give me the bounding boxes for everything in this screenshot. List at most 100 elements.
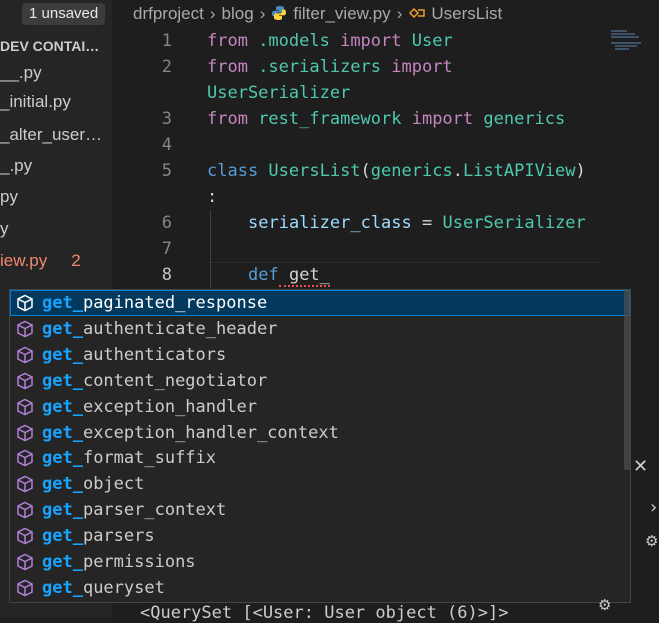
explorer-file-item[interactable]: _initial.py: [0, 89, 71, 115]
breadcrumb-folder[interactable]: blog: [222, 4, 254, 23]
explorer-file-item[interactable]: iew.py 2: [0, 248, 81, 274]
suggestion-item[interactable]: get_content_negotiator: [10, 368, 630, 394]
method-cube-icon: [16, 501, 34, 519]
suggestion-match-prefix: get_: [42, 500, 83, 521]
method-cube-icon: [16, 424, 34, 442]
explorer-file-label: py: [0, 187, 18, 206]
method-cube-icon: [16, 579, 34, 597]
explorer-file-item[interactable]: __.py: [0, 60, 42, 86]
debug-icon[interactable]: ⚙: [645, 532, 658, 550]
method-cube-icon: [16, 527, 34, 545]
code-line-2: from .serializers import: [207, 57, 453, 77]
suggestion-match-prefix: get_: [42, 318, 83, 339]
suggestion-rest: exception_handler_context: [82, 422, 339, 443]
breadcrumb: drfproject › blog › filter_view.py › UsersList: [133, 2, 502, 26]
line-number: 2: [161, 57, 172, 77]
explorer-file-label: _alter_user…: [0, 125, 103, 144]
suggestion-item[interactable]: get_format_suffix: [10, 445, 630, 471]
explorer-file-item[interactable]: py: [0, 184, 18, 210]
method-cube-icon: [16, 320, 34, 338]
suggestion-rest: queryset: [82, 577, 165, 598]
breadcrumb-file-label: filter_view.py: [293, 4, 391, 23]
suggestion-item[interactable]: get_object: [10, 471, 630, 497]
minimap[interactable]: [607, 28, 659, 88]
suggestion-label: get_permissions: [42, 549, 196, 575]
close-icon[interactable]: ✕: [633, 456, 648, 477]
code-line-5-wrap: :: [207, 187, 218, 207]
code-line-8: def get_: [248, 265, 330, 287]
explorer-file-label: _.py: [0, 156, 33, 175]
suggestion-rest: exception_handler: [82, 396, 257, 417]
suggestion-rest: format_suffix: [82, 448, 217, 469]
suggestion-label: get_parser_context: [42, 497, 226, 523]
suggestion-match-prefix: get_: [42, 344, 83, 365]
settings-icon[interactable]: ⚙: [598, 596, 611, 614]
line-number: 6: [161, 213, 172, 233]
suggestion-label: get_queryset: [42, 575, 165, 601]
breadcrumb-symbol[interactable]: UsersList: [408, 4, 502, 23]
method-cube-icon: [16, 372, 34, 390]
line-number: 4: [161, 135, 172, 155]
suggestion-item[interactable]: get_queryset: [10, 575, 630, 601]
code-line-1: from .models import User: [207, 31, 453, 51]
suggestion-item[interactable]: get_authenticate_header: [10, 316, 630, 342]
line-number: 7: [161, 239, 172, 259]
indent-guide: [210, 210, 211, 288]
breadcrumb-separator: ›: [259, 4, 266, 23]
suggestion-match-prefix: get_: [42, 474, 83, 495]
suggestion-rest: parser_context: [82, 500, 227, 521]
suggestion-item[interactable]: get_exception_handler: [10, 394, 630, 420]
suggestion-item[interactable]: get_permissions: [10, 549, 630, 575]
suggestion-item[interactable]: get_authenticators: [10, 342, 630, 368]
explorer-file-label: iew.py: [0, 251, 48, 270]
method-cube-icon: [16, 449, 34, 467]
panel-output-text: <QuerySet [<User: User object (6)>]>: [140, 603, 509, 623]
method-cube-icon: [16, 294, 34, 312]
autocomplete-suggestions[interactable]: get_paginated_response get_authenticate_h…: [9, 289, 631, 603]
suggestion-rest: paginated_response: [82, 293, 268, 313]
line-number: 3: [161, 109, 172, 129]
line-number: 5: [161, 161, 172, 181]
explorer-section-header[interactable]: DEV CONTAI…: [0, 37, 99, 55]
suggestion-label: get_exception_handler: [42, 394, 257, 420]
explorer-file-label: y: [0, 219, 9, 238]
breadcrumb-symbol-label: UsersList: [431, 4, 503, 23]
code-line-5: class UsersList(generics.ListAPIView): [207, 161, 586, 181]
suggestion-match-prefix: get_: [42, 293, 83, 313]
unsaved-badge[interactable]: 1 unsaved: [22, 3, 106, 25]
explorer-file-label: __.py: [0, 63, 42, 82]
suggestion-item[interactable]: get_parsers: [10, 523, 630, 549]
breadcrumb-project[interactable]: drfproject: [133, 4, 204, 23]
suggestion-item[interactable]: get_parser_context: [10, 497, 630, 523]
method-cube-icon: [16, 553, 34, 571]
suggestion-rest: authenticate_header: [82, 318, 278, 339]
suggestion-label: get_exception_handler_context: [42, 420, 339, 446]
suggestion-rest: parsers: [82, 526, 155, 547]
suggestion-label: get_format_suffix: [42, 445, 216, 471]
suggestion-match-prefix: get_: [42, 448, 83, 469]
line-number-active: 8: [161, 265, 172, 285]
python-file-icon: [272, 6, 287, 20]
explorer-file-item[interactable]: y: [0, 216, 9, 242]
suggestion-label: get_authenticators: [42, 342, 226, 368]
suggestion-item[interactable]: get_paginated_response: [10, 290, 630, 316]
breadcrumb-separator: ›: [396, 4, 403, 23]
suggestion-match-prefix: get_: [42, 526, 83, 547]
suggestion-item[interactable]: get_exception_handler_context: [10, 420, 630, 446]
chevron-right-icon[interactable]: ›: [650, 497, 657, 518]
suggestion-rest: content_negotiator: [82, 370, 268, 391]
suggestion-label: get_content_negotiator: [42, 368, 267, 394]
explorer-file-item[interactable]: _alter_user…: [0, 122, 102, 148]
method-cube-icon: [16, 475, 34, 493]
code-line-3: from rest_framework import generics: [207, 109, 566, 129]
explorer-file-item[interactable]: _.py: [0, 153, 32, 179]
method-cube-icon: [16, 346, 34, 364]
suggestions-scrollbar[interactable]: [624, 290, 630, 470]
breadcrumb-file[interactable]: filter_view.py: [271, 4, 391, 23]
suggestion-label: get_object: [42, 471, 144, 497]
suggestion-match-prefix: get_: [42, 422, 83, 443]
symbol-class-icon: [409, 7, 426, 19]
breadcrumb-separator: ›: [209, 4, 216, 23]
suggestion-label: get_paginated_response: [42, 290, 267, 316]
suggestion-rest: permissions: [82, 552, 196, 572]
